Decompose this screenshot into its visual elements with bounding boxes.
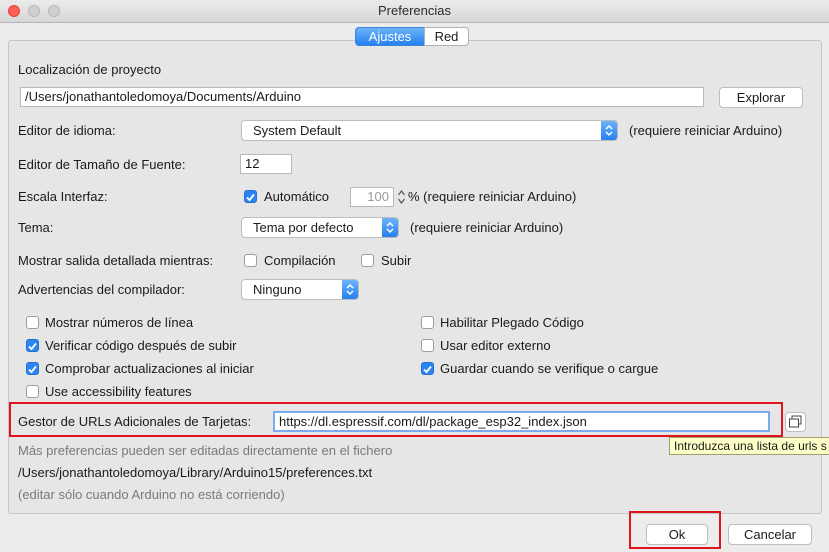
code-folding-label: Habilitar Plegado Código bbox=[440, 315, 584, 330]
project-location-label: Localización de proyecto bbox=[18, 62, 162, 77]
check-updates-checkbox[interactable] bbox=[26, 362, 39, 375]
warnings-value: Ninguno bbox=[253, 282, 302, 297]
chevron-updown-icon bbox=[601, 121, 617, 140]
warnings-select[interactable]: Ninguno bbox=[241, 279, 359, 300]
external-editor-label: Usar editor externo bbox=[440, 338, 551, 353]
scale-note: % (requiere reiniciar Arduino) bbox=[408, 189, 577, 204]
accessibility-label: Use accessibility features bbox=[45, 384, 192, 399]
language-label: Editor de idioma: bbox=[18, 123, 116, 138]
window-icon bbox=[789, 415, 802, 428]
verbose-upload-label: Subir bbox=[381, 253, 412, 268]
language-note: (requiere reiniciar Arduino) bbox=[629, 123, 783, 138]
verify-upload-checkbox[interactable] bbox=[26, 339, 39, 352]
accessibility-checkbox[interactable] bbox=[26, 385, 39, 398]
tooltip: Introduzca una lista de urls s bbox=[669, 437, 829, 455]
theme-note: (requiere reiniciar Arduino) bbox=[410, 220, 564, 235]
ok-button[interactable]: Ok bbox=[646, 524, 708, 545]
warnings-label: Advertencias del compilador: bbox=[18, 282, 185, 297]
language-select[interactable]: System Default bbox=[241, 120, 618, 141]
line-numbers-checkbox[interactable] bbox=[26, 316, 39, 329]
language-value: System Default bbox=[253, 123, 342, 138]
board-urls-expand-button[interactable] bbox=[785, 412, 806, 432]
more-prefs-text: Más preferencias pueden ser editadas dir… bbox=[18, 443, 393, 458]
chevron-updown-icon bbox=[382, 218, 398, 237]
tab-red[interactable]: Red bbox=[424, 27, 469, 46]
check-icon bbox=[28, 342, 37, 351]
external-editor-checkbox[interactable] bbox=[421, 339, 434, 352]
theme-select[interactable]: Tema por defecto bbox=[241, 217, 399, 238]
save-on-verify-checkbox[interactable] bbox=[421, 362, 434, 375]
cancel-button[interactable]: Cancelar bbox=[728, 524, 812, 545]
verbose-compile-checkbox[interactable] bbox=[244, 254, 257, 267]
scale-value-field[interactable]: 100 bbox=[350, 187, 394, 207]
board-urls-label: Gestor de URLs Adicionales de Tarjetas: bbox=[18, 414, 252, 429]
scale-auto-checkbox[interactable] bbox=[244, 190, 257, 203]
scale-label: Escala Interfaz: bbox=[18, 189, 108, 204]
check-icon bbox=[28, 365, 37, 374]
check-icon bbox=[423, 365, 432, 374]
prefs-path-text: /Users/jonathantoledomoya/Library/Arduin… bbox=[18, 465, 373, 480]
line-numbers-label: Mostrar números de línea bbox=[45, 315, 194, 330]
edit-note-text: (editar sólo cuando Arduino no está corr… bbox=[18, 487, 285, 502]
verify-upload-label: Verificar código después de subir bbox=[45, 338, 237, 353]
verbose-upload-checkbox[interactable] bbox=[361, 254, 374, 267]
stepper-icon bbox=[398, 190, 405, 204]
font-size-label: Editor de Tamaño de Fuente: bbox=[18, 157, 186, 172]
board-urls-input[interactable]: https://dl.espressif.com/dl/package_esp3… bbox=[273, 411, 770, 432]
theme-value: Tema por defecto bbox=[253, 220, 354, 235]
theme-label: Tema: bbox=[18, 220, 54, 235]
browse-button[interactable]: Explorar bbox=[719, 87, 803, 108]
scale-auto-label: Automático bbox=[264, 189, 330, 204]
save-on-verify-label: Guardar cuando se verifique o cargue bbox=[440, 361, 659, 376]
project-path-field[interactable]: /Users/jonathantoledomoya/Documents/Ardu… bbox=[20, 87, 704, 107]
verbose-label: Mostrar salida detallada mientras: bbox=[18, 253, 214, 268]
font-size-field[interactable]: 12 bbox=[240, 154, 292, 174]
tab-ajustes[interactable]: Ajustes bbox=[355, 27, 425, 46]
window-title: Preferencias bbox=[378, 3, 451, 18]
chevron-updown-icon bbox=[342, 280, 358, 299]
scale-stepper[interactable] bbox=[397, 187, 406, 207]
code-folding-checkbox[interactable] bbox=[421, 316, 434, 329]
check-updates-label: Comprobar actualizaciones al iniciar bbox=[45, 361, 254, 376]
verbose-compile-label: Compilación bbox=[264, 253, 336, 268]
check-icon bbox=[246, 193, 255, 202]
